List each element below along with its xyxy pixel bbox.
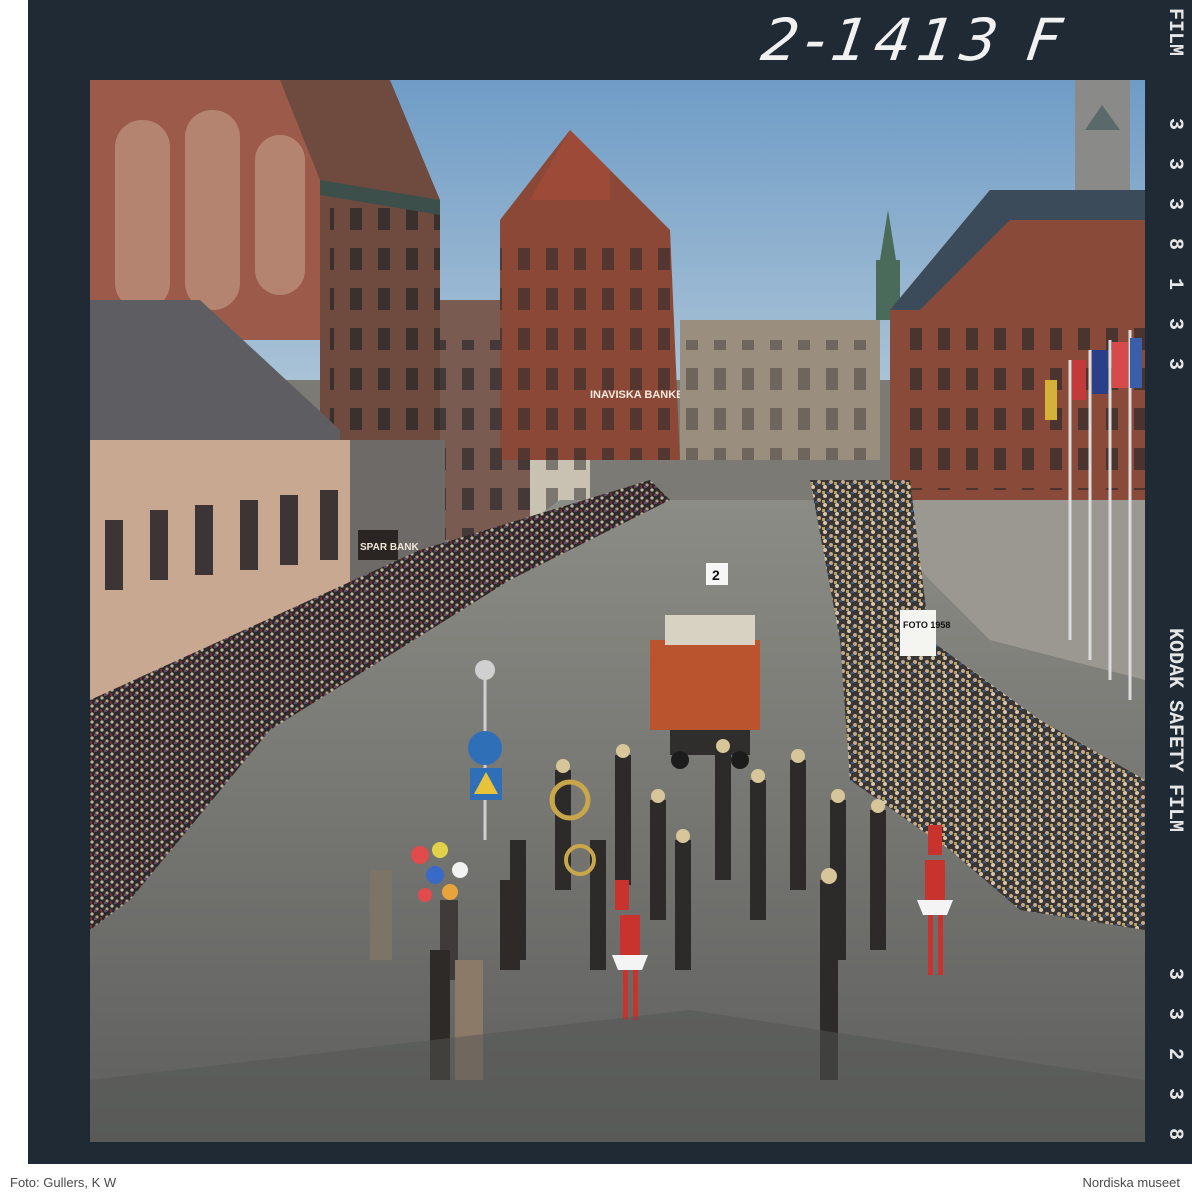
parade-photograph: INAVISKA BANKEN SPAR BANK 2 FOTO 1958: [90, 80, 1145, 1142]
film-edge-digit: 3: [1163, 198, 1186, 211]
film-edge-digit: 3: [1163, 318, 1186, 331]
foto-1958-sign: FOTO 1958: [903, 620, 950, 630]
film-edge-digit: 3: [1163, 118, 1186, 131]
film-edge-markings: FILM 3 3 3 8 1 3 3 KODAK SAFETY FILM 3 3…: [1163, 8, 1188, 1148]
photo-credit: Foto: Gullers, K W: [10, 1175, 117, 1190]
float-number: 2: [712, 567, 720, 583]
film-edge-digit: 3: [1163, 1008, 1186, 1021]
film-edge-digit: 8: [1163, 1128, 1186, 1141]
bank-sign: INAVISKA BANKEN: [590, 389, 692, 401]
film-edge-digit: 8: [1163, 238, 1186, 251]
film-edge-digit: 3: [1163, 158, 1186, 171]
film-edge-top: FILM: [1163, 8, 1186, 57]
institution-name: Nordiska museet: [1082, 1175, 1180, 1190]
negative-number: 2-1413 F: [757, 6, 1073, 74]
film-edge-digit: 1: [1163, 278, 1186, 291]
film-edge-digit: 3: [1163, 1088, 1186, 1101]
film-edge-digit: 3: [1163, 358, 1186, 371]
sparbank-sign: SPAR BANK: [360, 542, 419, 553]
caption-footer: Foto: Gullers, K W Nordiska museet: [0, 1164, 1192, 1200]
film-edge-digit: 2: [1163, 1048, 1186, 1061]
parade-scene: INAVISKA BANKEN SPAR BANK 2 FOTO 1958: [90, 80, 1145, 1142]
film-edge-digit: 3: [1163, 968, 1186, 981]
film-edge-brand: KODAK SAFETY FILM: [1163, 628, 1186, 833]
